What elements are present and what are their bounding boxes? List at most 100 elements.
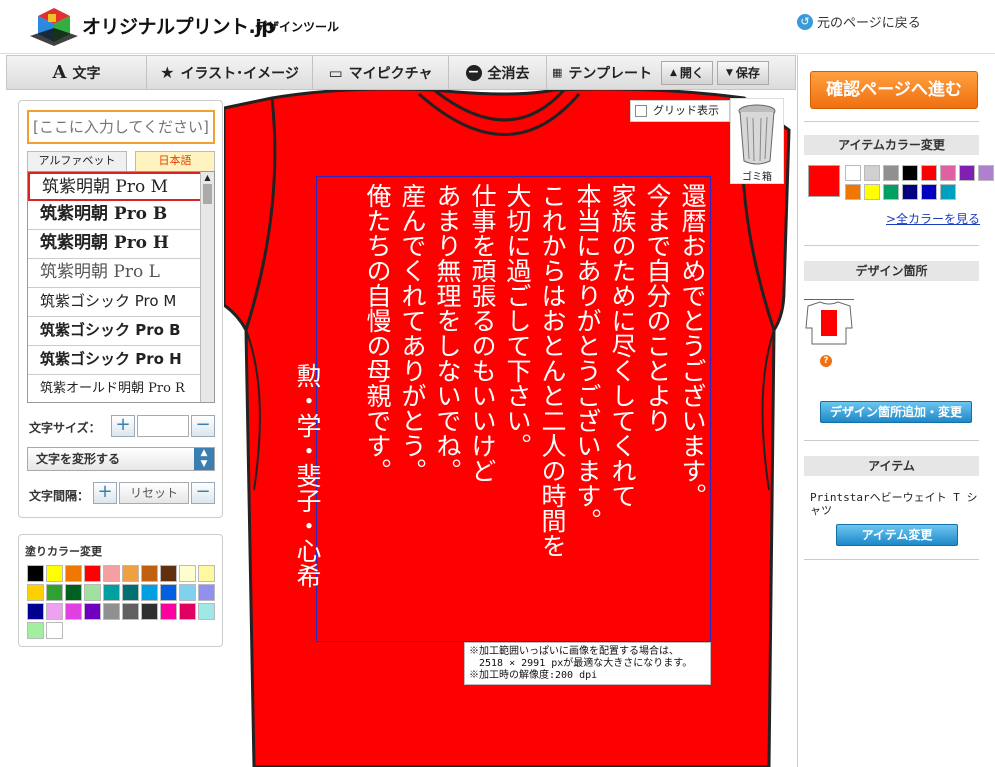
fill-color-swatch[interactable] <box>160 565 177 582</box>
fill-color-swatch[interactable] <box>103 584 120 601</box>
selected-item-color <box>808 165 840 197</box>
tab-illust[interactable]: ★ イラスト･イメージ <box>147 56 313 89</box>
font-item[interactable]: 筑紫ゴシック Pro M <box>28 288 202 317</box>
font-item[interactable]: 筑紫明朝 Pro B <box>28 201 202 230</box>
scroll-thumb[interactable] <box>203 184 212 204</box>
spacing-reset-button[interactable]: リセット <box>119 482 189 504</box>
fill-color-swatch[interactable] <box>46 603 63 620</box>
item-color-swatch[interactable] <box>940 184 956 200</box>
fill-color-swatch[interactable] <box>84 603 101 620</box>
fill-color-swatch[interactable] <box>198 584 215 601</box>
fill-color-swatch[interactable] <box>103 603 120 620</box>
item-color-swatch[interactable] <box>902 165 918 181</box>
size-minus-button[interactable]: − <box>191 415 215 437</box>
tab-text[interactable]: A 文字 <box>7 56 147 89</box>
fill-color-swatch[interactable] <box>160 584 177 601</box>
add-design-area-button[interactable]: デザイン箇所追加・変更 <box>820 401 972 423</box>
fill-color-swatch[interactable] <box>179 565 196 582</box>
font-item[interactable]: 筑紫ゴシック Pro H <box>28 346 202 375</box>
back-link[interactable]: ↺ 元のページに戻る <box>797 12 921 31</box>
font-item[interactable]: 筑紫明朝 Pro H <box>28 230 202 259</box>
tab-japanese[interactable]: 日本語 <box>135 151 215 171</box>
tab-mypicture[interactable]: ▭ マイピクチャ <box>313 56 449 89</box>
minus-circle-icon: − <box>465 64 482 81</box>
design-text[interactable]: 還暦おめでとうございます。 今まで自分のことより 家族のために尽くしてくれて 本… <box>290 183 710 635</box>
save-button[interactable]: ▼ 保存 <box>716 60 769 85</box>
fill-color-swatch[interactable] <box>27 603 44 620</box>
divider <box>804 440 979 441</box>
divider <box>804 245 979 246</box>
item-color-swatch[interactable] <box>902 184 918 200</box>
fill-color-swatch[interactable] <box>46 622 63 639</box>
fill-color-swatch[interactable] <box>141 584 158 601</box>
size-input[interactable] <box>137 415 189 437</box>
item-color-swatch[interactable] <box>978 165 994 181</box>
updown-arrow-icon: ▲ ▼ <box>194 448 214 470</box>
trash-button[interactable]: ゴミ箱 <box>730 98 784 184</box>
logo-cube-icon <box>30 8 78 46</box>
font-item[interactable]: 筑紫ゴシック Pro B <box>28 317 202 346</box>
item-color-swatch[interactable] <box>921 184 937 200</box>
item-color-swatch[interactable] <box>921 165 937 181</box>
fill-color-swatch[interactable] <box>122 584 139 601</box>
item-color-swatch[interactable] <box>864 165 880 181</box>
fill-color-swatch[interactable] <box>27 622 44 639</box>
item-color-swatch[interactable] <box>959 165 975 181</box>
item-color-swatch[interactable] <box>883 184 899 200</box>
item-color-swatch[interactable] <box>883 165 899 181</box>
text-a-icon: A <box>52 62 67 83</box>
fill-color-swatch[interactable] <box>84 584 101 601</box>
fill-swatch-grid <box>27 565 215 639</box>
spacing-plus-button[interactable]: + <box>93 482 117 504</box>
logo-text[interactable]: オリジナルプリント.jp <box>82 12 275 39</box>
fill-color-swatch[interactable] <box>141 603 158 620</box>
fill-color-swatch[interactable] <box>122 565 139 582</box>
tab-alphabet[interactable]: アルファベット <box>27 151 127 171</box>
fill-color-swatch[interactable] <box>198 603 215 620</box>
confirm-button[interactable]: 確認ページへ進む <box>810 71 978 109</box>
fill-color-swatch[interactable] <box>27 565 44 582</box>
item-color-swatch[interactable] <box>940 165 956 181</box>
item-color-swatch[interactable] <box>845 165 861 181</box>
tab-template[interactable]: ▦ テンプレート <box>547 56 657 89</box>
fill-color-swatch[interactable] <box>122 603 139 620</box>
fill-color-swatch[interactable] <box>179 603 196 620</box>
item-change-button[interactable]: アイテム変更 <box>836 524 958 546</box>
fill-color-swatch[interactable] <box>65 565 82 582</box>
fill-color-swatch[interactable] <box>65 584 82 601</box>
font-item[interactable]: 筑紫オールド明朝 Pro R <box>28 375 202 402</box>
font-list-scrollbar[interactable]: ▲ <box>200 172 214 402</box>
fill-color-swatch[interactable] <box>141 565 158 582</box>
fill-color-swatch[interactable] <box>46 584 63 601</box>
all-colors-link[interactable]: >全カラーを見る <box>886 210 980 227</box>
fill-color-swatch[interactable] <box>160 603 177 620</box>
design-area-thumbnail[interactable] <box>804 299 854 349</box>
grid-checkbox[interactable] <box>635 105 647 117</box>
fill-color-swatch[interactable] <box>179 584 196 601</box>
fill-color-swatch[interactable] <box>27 584 44 601</box>
fill-color-swatch[interactable] <box>65 603 82 620</box>
font-item[interactable]: 筑紫明朝 Pro M <box>28 172 202 201</box>
help-icon[interactable]: ? <box>820 355 832 367</box>
design-canvas[interactable]: グリッド表示 ゴミ箱 還暦おめでとうございます。 今まで自分のことより 家族のた… <box>224 90 796 767</box>
font-list[interactable]: 筑紫明朝 Pro M 筑紫明朝 Pro B 筑紫明朝 Pro H 筑紫明朝 Pr… <box>27 171 215 403</box>
fill-color-swatch[interactable] <box>103 565 120 582</box>
size-plus-button[interactable]: + <box>111 415 135 437</box>
transform-select[interactable]: 文字を変形する ▲ ▼ <box>27 447 215 471</box>
print-area[interactable]: 還暦おめでとうございます。 今まで自分のことより 家族のために尽くしてくれて 本… <box>293 176 711 642</box>
item-color-swatch[interactable] <box>845 184 861 200</box>
spacing-minus-button[interactable]: − <box>191 482 215 504</box>
fill-color-swatch[interactable] <box>46 565 63 582</box>
header: オリジナルプリント.jp デザインツール ↺ 元のページに戻る <box>0 0 995 54</box>
font-item[interactable]: 筑紫明朝 Pro L <box>28 259 202 288</box>
save-button-label: 保存 <box>735 66 760 80</box>
fill-color-swatch[interactable] <box>198 565 215 582</box>
text-input[interactable] <box>27 110 215 144</box>
scroll-up-icon[interactable]: ▲ <box>201 172 214 184</box>
item-color-swatch[interactable] <box>864 184 880 200</box>
open-button[interactable]: ▲ 開く <box>661 60 713 85</box>
tab-clear[interactable]: − 全消去 <box>449 56 547 89</box>
grid-toggle[interactable]: グリッド表示 <box>630 100 730 122</box>
design-text-line: 還暦おめでとうございます。 <box>678 183 707 508</box>
fill-color-swatch[interactable] <box>84 565 101 582</box>
